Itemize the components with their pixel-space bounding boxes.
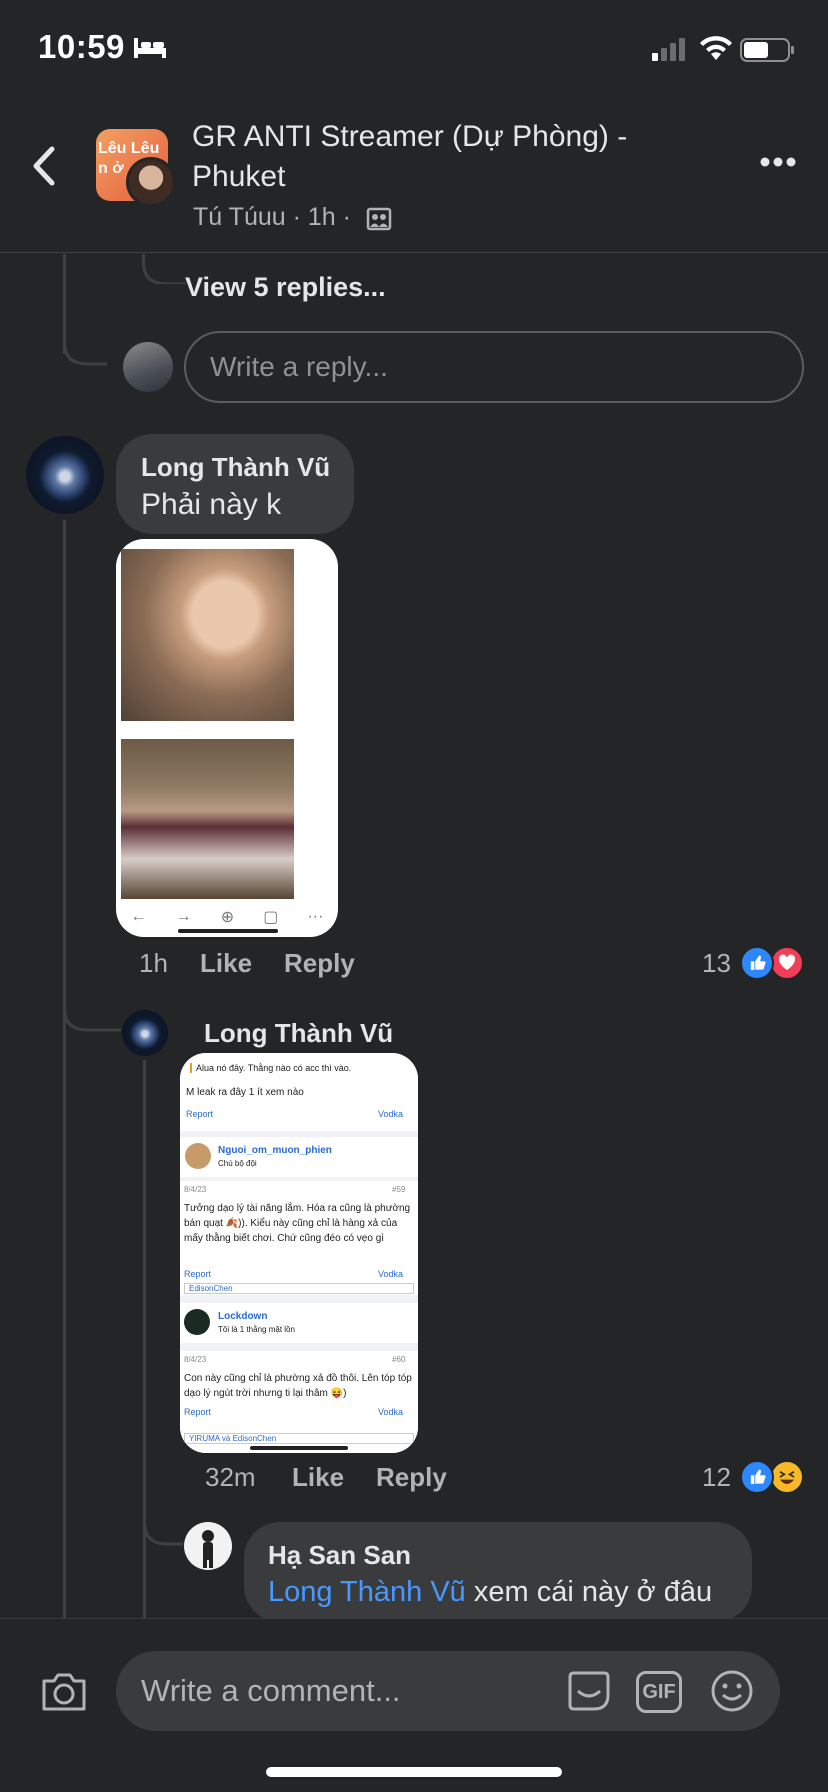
thread-connector: [142, 254, 186, 284]
comment-author-avatar[interactable]: [184, 1522, 232, 1570]
poster-avatar[interactable]: [126, 157, 176, 207]
screenshot-user-avatar: [184, 1309, 210, 1335]
status-time: 10:59: [38, 28, 125, 65]
tabs-icon: ▢: [263, 909, 279, 926]
more-options-icon[interactable]: [760, 155, 796, 169]
reply-input-placeholder: Write a reply...: [210, 351, 388, 382]
group-title[interactable]: GR ANTI Streamer (Dự Phòng) - Phuket: [192, 117, 712, 197]
comment-text: Phải này k: [141, 488, 282, 521]
screenshot-user-card: Lockdown Tôi là 1 thằng mặt lồn: [180, 1303, 418, 1343]
members-audience-icon: [366, 207, 392, 231]
home-indicator: [266, 1767, 562, 1777]
wifi-icon: [700, 36, 732, 60]
like-button[interactable]: Like: [292, 1462, 344, 1493]
comment-text-body: xem cái này ở đâu: [465, 1576, 713, 1608]
thread-line: [63, 520, 66, 1618]
reaction-count[interactable]: 12: [702, 1462, 731, 1493]
thread-connector: [63, 990, 121, 1032]
photo-portrait: [121, 549, 294, 721]
more-icon: ···: [307, 908, 324, 925]
screenshot-post-number: #60: [392, 1355, 406, 1364]
screenshot-vodka: Vodka: [378, 1407, 404, 1417]
comment-author-name[interactable]: Hạ San San: [268, 1540, 411, 1571]
emoji-icon[interactable]: [710, 1669, 754, 1713]
gif-button[interactable]: GIF: [636, 1671, 682, 1713]
comment-attached-screenshot[interactable]: Alua nó đây. Thằng nào có acc thì vào. M…: [180, 1053, 418, 1453]
reaction-count[interactable]: 13: [702, 948, 731, 979]
screenshot-date: 8/4/23: [184, 1355, 207, 1364]
screenshot-post: 8/4/23 #60 Con này cũng chỉ là phường xả…: [180, 1351, 418, 1453]
screenshot-username: Lockdown: [218, 1311, 268, 1322]
like-button[interactable]: Like: [200, 948, 252, 979]
back-arrow-icon: ←: [130, 908, 147, 925]
screenshot-report: Report: [184, 1407, 212, 1417]
screenshot-vodka: Vodka: [378, 1109, 404, 1119]
screenshot-likers: EdisonChen: [184, 1283, 414, 1294]
like-reaction-icon: [740, 946, 774, 980]
comment-composer: Write a comment... GIF: [0, 1618, 828, 1792]
comment-input-placeholder: Write a comment...: [141, 1673, 401, 1708]
haha-reaction-icon: [770, 1460, 804, 1494]
comment-author-name[interactable]: Long Thành Vũ: [204, 1018, 393, 1049]
photo-mirror-selfie: [121, 739, 294, 899]
camera-icon[interactable]: [40, 1669, 88, 1713]
love-reaction-icon: [770, 946, 804, 980]
plus-icon: ⊕: [220, 909, 235, 926]
screenshot-line: M leak ra đây 1 ít xem nào: [186, 1087, 304, 1098]
sleep-mode-icon: [134, 38, 166, 58]
screenshot-post: 8/4/23 #59 Tưởng dạo lý tài năng lắm. Hó…: [180, 1181, 418, 1295]
screenshot-post-body: Con này cũng chỉ là phường xả đồ thôi. L…: [184, 1373, 412, 1399]
post-header: Lêu Lêu n ở GR ANTI Streamer (Dự Phòng) …: [0, 95, 828, 253]
sticker-icon[interactable]: [566, 1669, 612, 1713]
home-indicator: [250, 1446, 348, 1450]
comment-author-avatar[interactable]: [122, 1010, 168, 1056]
screenshot-date: 8/4/23: [184, 1185, 207, 1194]
screenshot-post-number: #59: [392, 1185, 406, 1194]
forward-arrow-icon: →: [175, 908, 192, 925]
comment-text: Long Thành Vũ xem cái này ở đâu: [268, 1576, 712, 1609]
screenshot-report: Report: [184, 1269, 212, 1279]
battery-icon: [740, 38, 794, 62]
screenshot-post-body: Tưởng dạo lý tài năng lắm. Hóa ra cũng l…: [184, 1203, 411, 1244]
post-meta: Tú Túuu · 1h ·: [193, 203, 351, 231]
gif-label: GIF: [642, 1680, 676, 1703]
like-reaction-icon: [740, 1460, 774, 1494]
comment-author-avatar[interactable]: [26, 436, 104, 514]
view-replies-link[interactable]: View 5 replies...: [185, 272, 386, 303]
comment-timestamp: 1h: [139, 948, 168, 978]
screenshot-user-avatar: [185, 1143, 211, 1169]
screenshot-vodka: Vodka: [378, 1269, 404, 1279]
thread-connector: [63, 320, 107, 366]
person-silhouette-icon: [202, 1530, 214, 1568]
thread-connector: [143, 1500, 183, 1546]
screenshot-likers: YIRUMA và EdisonChen: [184, 1433, 414, 1444]
screenshot-user-title: Chú bộ đội: [218, 1159, 257, 1168]
screenshot-report: Report: [186, 1109, 214, 1119]
reply-input[interactable]: Write a reply...: [184, 331, 804, 403]
comment-attached-image[interactable]: ← → ⊕ ▢ ···: [116, 539, 338, 937]
screenshot-user-card: Nguoi_om_muon_phien Chú bộ đội: [180, 1137, 418, 1177]
home-indicator: [178, 929, 278, 933]
comment-author-name[interactable]: Long Thành Vũ: [141, 452, 330, 483]
reply-button[interactable]: Reply: [376, 1462, 447, 1493]
screenshot-card: Alua nó đây. Thằng nào có acc thì vào. M…: [180, 1053, 418, 1131]
screenshot-user-title: Tôi là 1 thằng mặt lồn: [218, 1325, 295, 1334]
reply-button[interactable]: Reply: [284, 948, 355, 979]
mention-link[interactable]: Long Thành Vũ: [268, 1576, 466, 1608]
cellular-signal-icon: [652, 38, 685, 61]
current-user-avatar: [123, 342, 173, 392]
screenshot-quote: Alua nó đây. Thằng nào có acc thì vào.: [190, 1063, 410, 1073]
back-chevron-icon[interactable]: [28, 145, 64, 187]
screenshot-username: Nguoi_om_muon_phien: [218, 1145, 332, 1156]
comment-timestamp: 32m: [205, 1462, 256, 1492]
